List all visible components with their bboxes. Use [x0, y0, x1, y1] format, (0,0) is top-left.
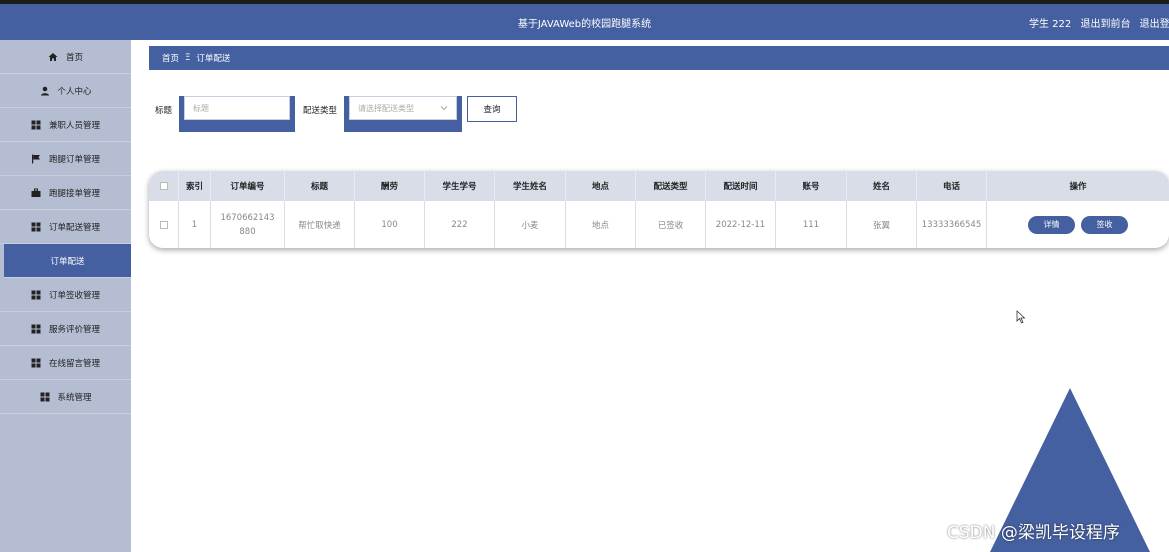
- briefcase-icon: [31, 188, 42, 198]
- sidebar: 首页 个人中心 兼职人员管理 跑腿订单管理 跑腿接单管理 订单配送管理 订单配送: [0, 40, 131, 552]
- breadcrumb-separator: Ξ: [185, 53, 191, 63]
- sidebar-item-label: 跑腿接单管理: [48, 188, 100, 199]
- cell-title: 帮忙取快递: [285, 201, 355, 248]
- cell-name: 张翼: [847, 201, 917, 248]
- title-filter-box: 标题: [179, 96, 295, 132]
- exit-to-front-link[interactable]: 退出到前台: [1080, 19, 1130, 30]
- grid-icon: [31, 120, 42, 130]
- cell-student-name: 小麦: [495, 201, 566, 248]
- cell-reward: 100: [355, 201, 425, 248]
- delivery-type-label: 配送类型: [303, 106, 338, 116]
- cell-student-id: 222: [425, 201, 495, 248]
- flag-icon: [31, 154, 42, 164]
- grid-icon: [39, 392, 50, 402]
- sidebar-item-label: 订单配送管理: [48, 222, 100, 233]
- sidebar-subitem-delivery[interactable]: 订单配送: [4, 244, 131, 278]
- sidebar-item-home[interactable]: 首页: [0, 40, 131, 74]
- delivery-table: 索引 订单编号 标题 酬劳 学生学号 学生姓名 地点 配送类型 配送时间 账号 …: [149, 171, 1169, 248]
- user-icon: [39, 86, 50, 96]
- column-header: 订单编号: [211, 171, 285, 201]
- details-button[interactable]: 详情: [1028, 215, 1075, 234]
- cell-account: 111: [776, 201, 847, 248]
- cell-index: 1: [179, 201, 211, 248]
- column-header: 账号: [776, 171, 847, 201]
- sidebar-item-review-management[interactable]: 服务评价管理: [0, 312, 131, 346]
- sidebar-item-label: 系统管理: [57, 392, 92, 403]
- column-header: 电话: [917, 171, 987, 201]
- cell-phone: 13333366545: [917, 201, 987, 248]
- title-filter-input[interactable]: 标题: [184, 96, 290, 120]
- sidebar-item-personal-center[interactable]: 个人中心: [0, 74, 131, 108]
- current-user: 学生 222: [1029, 19, 1072, 30]
- column-header: 地点: [566, 171, 636, 201]
- table-header-row: 索引 订单编号 标题 酬劳 学生学号 学生姓名 地点 配送类型 配送时间 账号 …: [149, 171, 1169, 201]
- delivery-type-placeholder: 请选择配送类型: [358, 103, 414, 113]
- cell-location: 地点: [566, 201, 636, 248]
- column-header: 配送时间: [706, 171, 776, 201]
- column-header: 姓名: [847, 171, 917, 201]
- cell-delivery-time: 2022-12-11: [706, 201, 776, 248]
- column-header: 酬劳: [355, 171, 425, 201]
- title-filter-label: 标题: [155, 106, 173, 116]
- breadcrumb-current: 订单配送: [196, 54, 231, 64]
- delivery-type-select[interactable]: 请选择配送类型: [349, 96, 457, 120]
- sidebar-item-message-management[interactable]: 在线留言管理: [0, 346, 131, 380]
- grid-icon: [31, 324, 42, 334]
- delivery-type-box: 请选择配送类型: [344, 96, 462, 132]
- breadcrumb-home[interactable]: 首页: [162, 52, 179, 64]
- column-header: 学生姓名: [495, 171, 566, 201]
- app-title: 基于JAVAWeb的校园跑腿系统: [517, 19, 652, 30]
- sidebar-item-label: 个人中心: [57, 86, 92, 97]
- grid-icon: [31, 222, 42, 232]
- column-header: 配送类型: [636, 171, 706, 201]
- sidebar-item-staff-management[interactable]: 兼职人员管理: [0, 108, 131, 142]
- breadcrumb: 首页 Ξ 订单配送: [149, 46, 1169, 70]
- column-header: 索引: [179, 171, 211, 201]
- app-header: 基于JAVAWeb的校园跑腿系统 学生 222 退出到前台 退出登录: [0, 4, 1169, 40]
- chevron-down-icon: [440, 104, 448, 113]
- header-user-area: 学生 222 退出到前台 退出登录: [1029, 15, 1169, 30]
- sidebar-item-delivery-management[interactable]: 订单配送管理: [0, 210, 131, 244]
- sidebar-item-label: 订单配送: [50, 256, 85, 267]
- sidebar-item-label: 服务评价管理: [48, 324, 100, 335]
- sidebar-item-label: 在线留言管理: [48, 358, 100, 369]
- logout-link[interactable]: 退出登录: [1140, 19, 1169, 30]
- row-select-cell: [149, 201, 179, 248]
- sidebar-item-label: 订单签收管理: [48, 290, 100, 301]
- cell-delivery-type: 已签收: [636, 201, 706, 248]
- sidebar-item-errand-orders[interactable]: 跑腿订单管理: [0, 142, 131, 176]
- sidebar-item-label: 跑腿订单管理: [48, 154, 100, 165]
- column-header: 操作: [1069, 182, 1087, 192]
- sidebar-item-label: 首页: [65, 52, 83, 63]
- grid-icon: [31, 358, 42, 368]
- cell-actions: 详情 签收: [987, 201, 1169, 248]
- home-icon: [48, 52, 59, 62]
- cell-order-no: 1670662143880: [211, 201, 285, 248]
- table-row: 1 1670662143880 帮忙取快递 100 222 小麦 地点 已签收 …: [149, 201, 1169, 248]
- sidebar-item-label: 兼职人员管理: [48, 120, 100, 131]
- row-checkbox[interactable]: [159, 220, 168, 229]
- watermark: CSDN @梁凯毕设程序: [947, 523, 1120, 543]
- sidebar-item-signing-management[interactable]: 订单签收管理: [0, 278, 131, 312]
- sidebar-item-system-management[interactable]: 系统管理: [0, 380, 131, 414]
- select-all-checkbox[interactable]: [159, 182, 168, 190]
- query-button[interactable]: 查询: [467, 96, 517, 122]
- sign-button[interactable]: 签收: [1081, 215, 1128, 234]
- mouse-cursor-icon: [1016, 309, 1026, 328]
- select-all-cell: [149, 171, 179, 201]
- grid-icon: [31, 290, 42, 300]
- sidebar-item-errand-accept[interactable]: 跑腿接单管理: [0, 176, 131, 210]
- column-header: 学生学号: [425, 171, 495, 201]
- column-header: 标题: [285, 171, 355, 201]
